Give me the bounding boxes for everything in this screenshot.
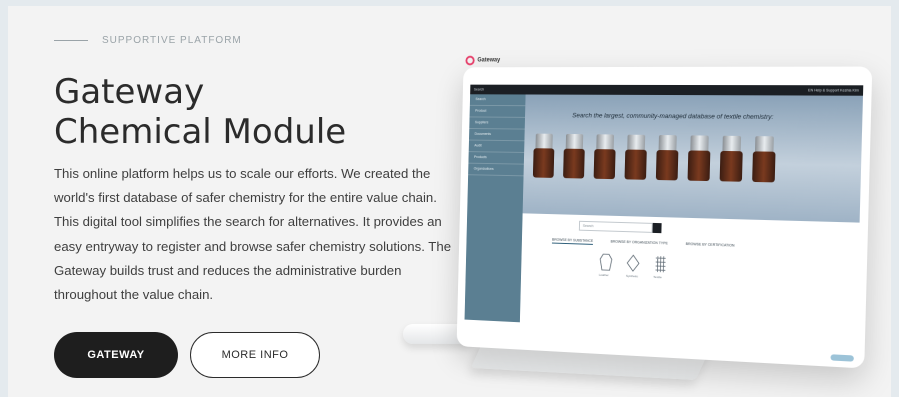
sidebar-item: Documents [468, 128, 525, 142]
mockup-search-placeholder: Search [582, 223, 594, 229]
gateway-button[interactable]: GATEWAY [54, 332, 178, 378]
leather-icon: Leather [599, 253, 613, 277]
eyebrow-text: SUPPORTIVE PLATFORM [102, 35, 242, 46]
monitor-mockup: Search EN Help & Support Keshia Kim Sear… [456, 55, 873, 369]
gateway-logo-icon [465, 55, 475, 66]
mockup-tab: BROWSE BY CERTIFICATION [685, 241, 735, 248]
gateway-logo-text: Gateway [477, 57, 501, 64]
sidebar-item: Audit [468, 140, 525, 153]
sidebar-item: Products [468, 152, 525, 165]
hero-title: Search the largest, community-managed da… [572, 112, 774, 121]
gateway-logo: Gateway [465, 55, 501, 66]
sidebar-item: Search [469, 94, 526, 107]
topbar-right-text: EN Help & Support Keshia Kim [807, 88, 859, 93]
description-text: This online platform helps us to scale o… [54, 166, 452, 303]
icon-label: Leather [598, 272, 609, 278]
textile-icon: Textile [653, 255, 667, 279]
page-title-line-1: Gateway [54, 72, 205, 112]
eyebrow-line [54, 40, 88, 41]
icon-label: Textile [653, 274, 662, 280]
chemical-jars-image [532, 133, 776, 184]
mockup-search-input: Search [578, 220, 653, 233]
app-hero-banner: Search the largest, community-managed da… [522, 94, 863, 223]
mockup-tabs: BROWSE BY SUBSTANCE BROWSE BY ORGANIZATI… [551, 237, 735, 250]
mockup-tab: BROWSE BY ORGANIZATION TYPE [610, 239, 668, 246]
content-card: SUPPORTIVE PLATFORM Gateway Chemical Mod… [8, 6, 891, 397]
sidebar-item: Product [469, 105, 526, 118]
sidebar-item: Organizations [468, 163, 524, 177]
eyebrow: SUPPORTIVE PLATFORM [54, 35, 242, 46]
monitor-power-light [830, 354, 854, 362]
page-title: Gateway Chemical Module [54, 72, 346, 152]
icon-label: Synthetic [625, 273, 639, 279]
synthetic-icon: Synthetic [626, 254, 640, 278]
sidebar-item: Suppliers [469, 117, 526, 130]
monitor-screen: Search EN Help & Support Keshia Kim Sear… [464, 84, 864, 339]
mockup-tab: BROWSE BY SUBSTANCE [551, 237, 594, 245]
mockup-search-button [652, 222, 662, 234]
app-sidebar: Search Product Suppliers Documents Audit… [464, 94, 526, 323]
mockup-category-icons: Leather Synthetic Textile [599, 253, 668, 279]
topbar-left-text: Search [473, 87, 485, 92]
more-info-button[interactable]: MORE INFO [190, 332, 320, 378]
page-title-line-2: Chemical Module [54, 112, 347, 152]
